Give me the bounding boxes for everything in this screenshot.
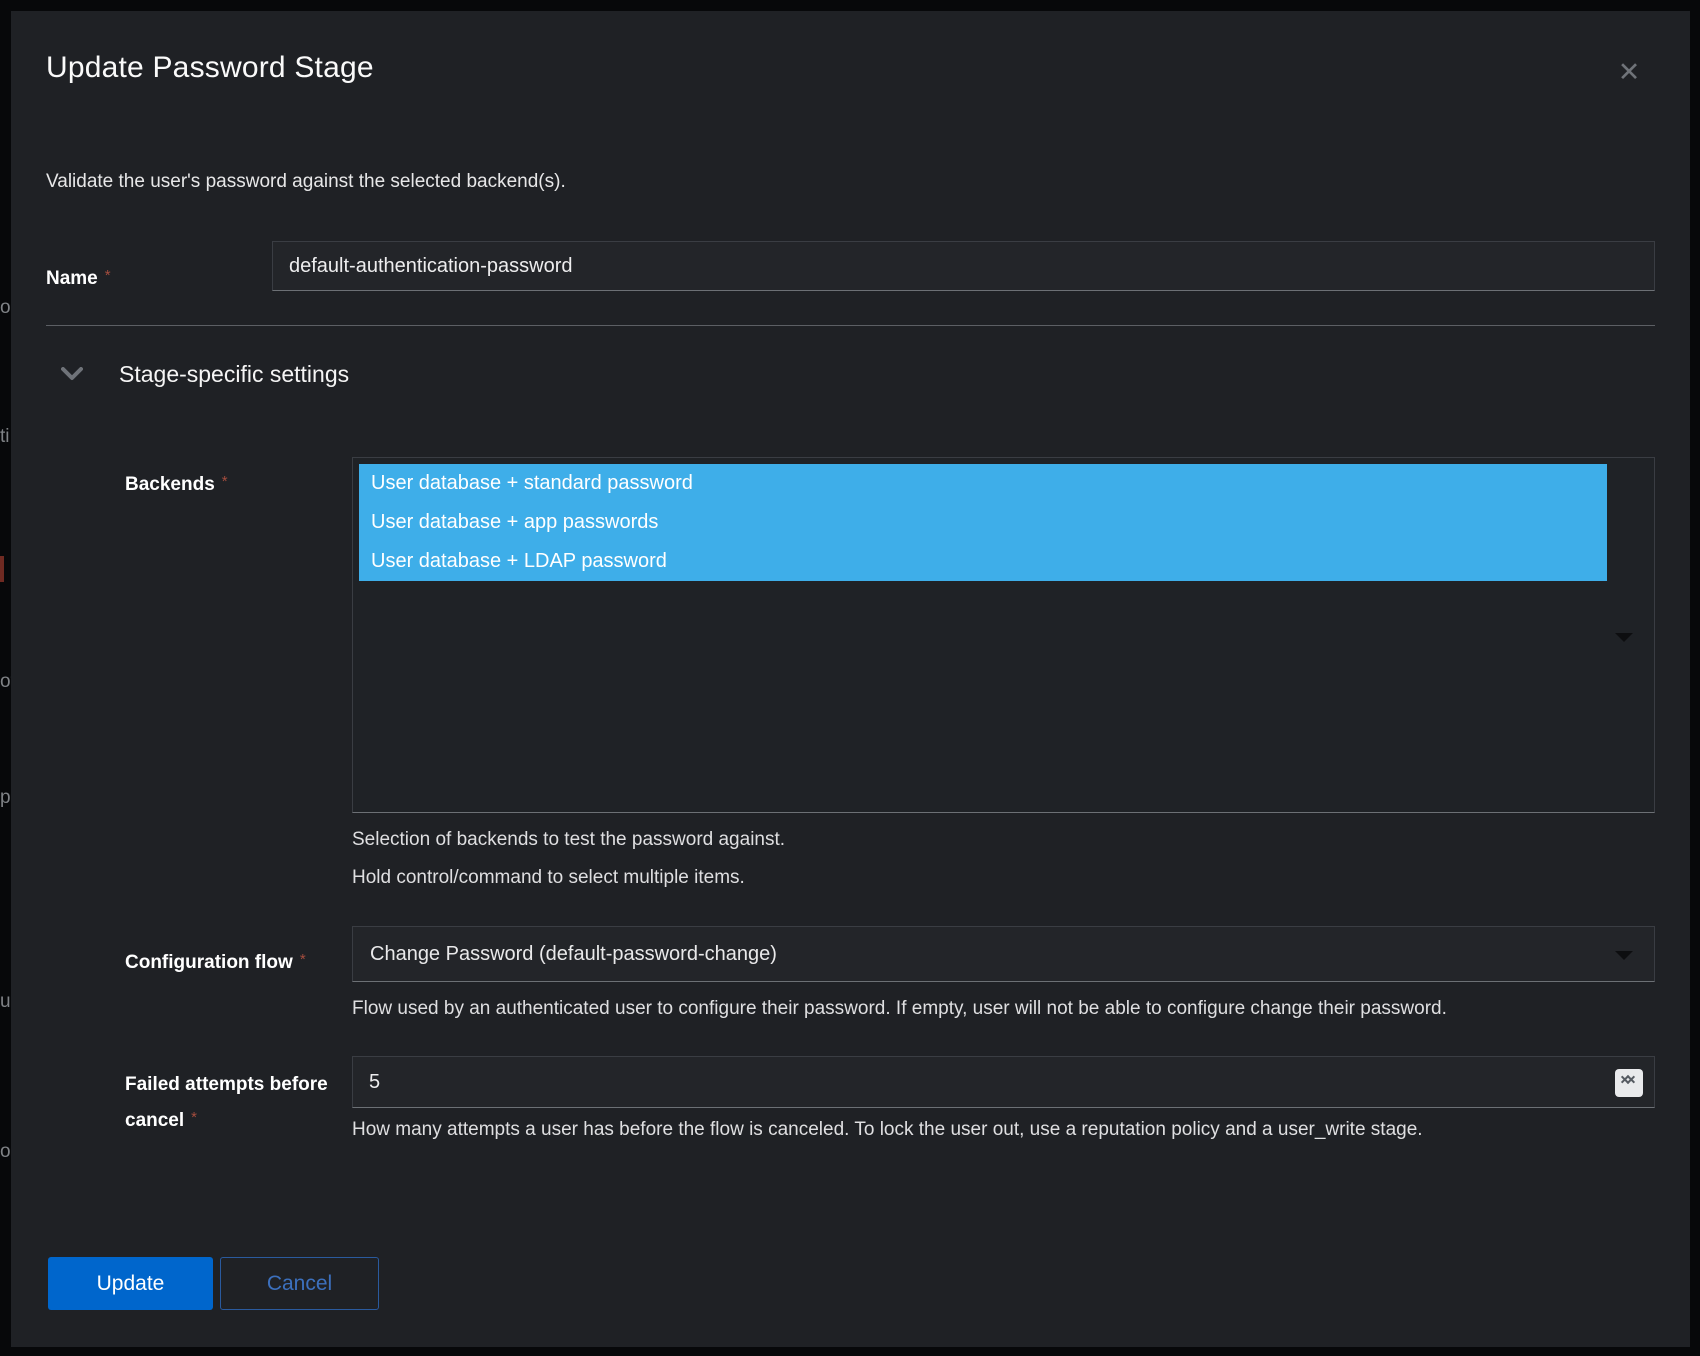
name-input[interactable] <box>272 241 1655 291</box>
select-caret-icon <box>1615 633 1633 642</box>
section-title: Stage-specific settings <box>119 361 349 388</box>
backends-select[interactable]: User database + standard password User d… <box>352 457 1655 813</box>
configuration-flow-select[interactable]: Change Password (default-password-change… <box>352 926 1655 982</box>
failed-attempts-label-line1: Failed attempts before <box>125 1074 328 1096</box>
configuration-flow-value: Change Password (default-password-change… <box>370 943 777 965</box>
required-asterisk: * <box>191 1109 197 1126</box>
backend-option-selected[interactable]: User database + standard password <box>359 464 1607 503</box>
failed-attempts-input[interactable] <box>352 1056 1655 1108</box>
background-text-fragment: ti <box>0 426 10 448</box>
configuration-flow-label-text: Configuration flow <box>125 952 293 973</box>
stage-specific-settings-toggle[interactable]: Stage-specific settings <box>61 357 349 391</box>
failed-attempts-label-line2: cancel * <box>125 1109 197 1132</box>
close-icon[interactable]: ✕ <box>1607 51 1651 95</box>
backends-label: Backends * <box>125 473 228 496</box>
name-label: Name * <box>46 267 111 290</box>
chevron-down-icon <box>61 367 83 381</box>
screen: o ti ot p up o Update Password Stage ✕ V… <box>0 0 1700 1356</box>
select-caret-icon <box>1615 951 1633 960</box>
background-text-fragment: o <box>0 1141 11 1163</box>
update-password-stage-modal: Update Password Stage ✕ Validate the use… <box>11 11 1690 1347</box>
configuration-flow-help: Flow used by an authenticated user to co… <box>352 997 1447 1021</box>
backends-help-line1: Selection of backends to test the passwo… <box>352 828 785 852</box>
number-stepper[interactable] <box>1615 1069 1643 1097</box>
background-text-fragment: p <box>0 787 11 809</box>
required-asterisk: * <box>300 951 306 968</box>
failed-attempts-help: How many attempts a user has before the … <box>352 1118 1423 1142</box>
modal-title: Update Password Stage <box>46 51 374 85</box>
name-label-text: Name <box>46 268 98 289</box>
background-text-fragment: o <box>0 297 11 319</box>
form-divider <box>46 325 1655 326</box>
update-button[interactable]: Update <box>48 1257 213 1310</box>
stage-description: Validate the user's password against the… <box>46 171 566 193</box>
backend-option-selected[interactable]: User database + LDAP password <box>359 542 1607 581</box>
cancel-button[interactable]: Cancel <box>220 1257 379 1310</box>
failed-attempts-label-text: cancel <box>125 1110 184 1131</box>
configuration-flow-label: Configuration flow * <box>125 951 306 974</box>
required-asterisk: * <box>105 267 111 284</box>
backends-help-line2: Hold control/command to select multiple … <box>352 866 745 890</box>
backends-label-text: Backends <box>125 474 215 495</box>
background-red-fragment <box>0 556 4 582</box>
required-asterisk: * <box>222 473 228 490</box>
backend-option-selected[interactable]: User database + app passwords <box>359 503 1607 542</box>
